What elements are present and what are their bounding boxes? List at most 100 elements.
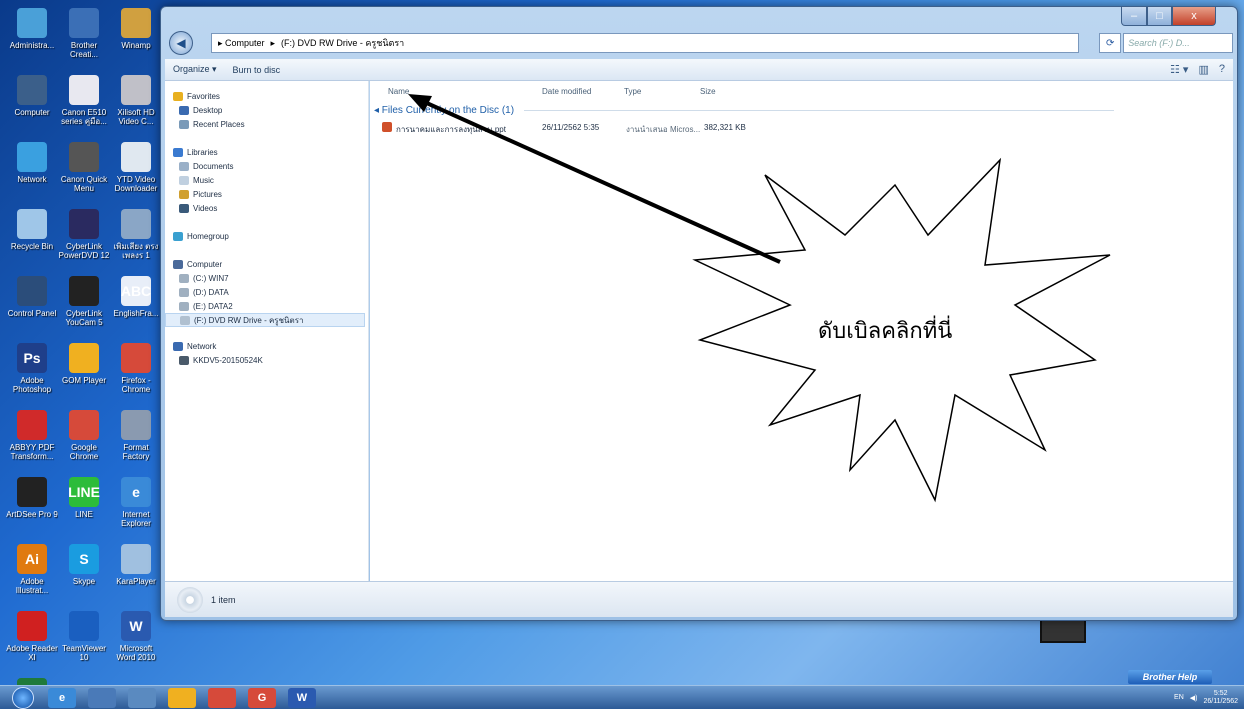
help-icon[interactable]: ? xyxy=(1219,63,1225,76)
nav-item-icon xyxy=(179,355,189,365)
desktop-icon-label: Xilisoft HD Video C... xyxy=(117,108,155,126)
desktop-icon[interactable]: CyberLink YouCam 5 xyxy=(58,276,110,327)
callout-text: ดับเบิลคลิกที่นี่ xyxy=(818,319,953,344)
desktop-icon[interactable]: Adobe Reader XI xyxy=(6,611,58,662)
desktop-icon[interactable]: S Skype xyxy=(58,544,110,595)
nav-item[interactable]: Documents xyxy=(165,159,233,173)
language-indicator[interactable]: EN xyxy=(1174,694,1184,701)
desktop-icon[interactable]: LINE LINE xyxy=(58,477,110,528)
desktop-icon[interactable]: Xilisoft HD Video C... xyxy=(110,75,162,126)
desktop-icon[interactable]: Format Factory xyxy=(110,410,162,461)
desktop-icon[interactable]: Firefox - Chrome xyxy=(110,343,162,394)
nav-item-icon xyxy=(173,341,183,351)
desktop-icon-image xyxy=(69,142,99,172)
taskbar-app-icon[interactable] xyxy=(88,687,116,708)
desktop-icon-label: TeamViewer 10 xyxy=(62,644,106,662)
group-header[interactable]: ◂ Files Currently on the Disc (1) xyxy=(374,105,1114,116)
back-arrow-icon[interactable]: ◀ xyxy=(169,31,193,55)
search-input[interactable]: Search (F:) D... xyxy=(1123,33,1233,53)
nav-item[interactable]: Libraries xyxy=(165,145,218,159)
desktop-icon[interactable]: GOM Player xyxy=(58,343,110,394)
nav-item-label: (C:) WIN7 xyxy=(193,273,229,283)
column-name[interactable]: Name xyxy=(388,87,409,96)
burn-to-disc-button[interactable]: Burn to disc xyxy=(225,65,289,75)
desktop-icon[interactable]: เพิ่มเสียง ตรงเพลงร 1 xyxy=(110,209,162,260)
view-options-icon[interactable]: ☷ ▾ xyxy=(1170,63,1188,76)
close-button[interactable]: x xyxy=(1172,7,1216,26)
taskbar-app-icon[interactable]: G xyxy=(248,687,276,708)
breadcrumb-separator[interactable]: ▸ xyxy=(271,38,276,49)
desktop-icon-label: Format Factory xyxy=(122,443,150,461)
nav-item-icon xyxy=(173,147,183,157)
desktop-icon[interactable]: YTD Video Downloader xyxy=(110,142,162,193)
desktop-icon[interactable]: Computer xyxy=(6,75,58,126)
nav-item[interactable]: Desktop xyxy=(165,103,222,117)
system-tray: EN ◀) 5:52 26/11/2562 xyxy=(1174,690,1244,706)
preview-pane-icon[interactable]: ▥ xyxy=(1198,63,1208,76)
nav-item-label: Favorites xyxy=(187,91,220,101)
desktop-icon[interactable]: Control Panel xyxy=(6,276,58,327)
desktop-icon-label: KaraPlayer xyxy=(116,577,156,586)
desktop-icon[interactable]: W Microsoft Word 2010 xyxy=(110,611,162,662)
nav-item[interactable]: (C:) WIN7 xyxy=(165,271,229,285)
file-row[interactable]: การนาคมและการลงทุนส่วน.ppt 26/11/2562 5:… xyxy=(382,121,842,135)
desktop-icon-image xyxy=(69,276,99,306)
nav-item[interactable]: Computer xyxy=(165,257,222,271)
desktop-icon-label: Administra... xyxy=(9,41,55,50)
maximize-button[interactable]: □ xyxy=(1147,7,1172,26)
start-button-icon[interactable] xyxy=(12,686,34,709)
address-bar[interactable]: ▸ Computer ▸ (F:) DVD RW Drive - ครูชนิต… xyxy=(210,33,1080,53)
column-date-modified[interactable]: Date modified xyxy=(542,87,591,96)
taskbar-app-icon[interactable]: e xyxy=(48,687,76,708)
desktop-icon[interactable]: ArtDSee Pro 9 xyxy=(6,477,58,528)
column-type[interactable]: Type xyxy=(624,87,641,96)
nav-item[interactable]: KKDV5-20150524K xyxy=(165,353,263,367)
desktop-icon[interactable]: Canon E510 series คู่มือ... xyxy=(58,75,110,126)
minimize-button[interactable]: – xyxy=(1121,7,1147,26)
desktop-icon[interactable]: KaraPlayer xyxy=(110,544,162,595)
refresh-icon[interactable]: ⟳ xyxy=(1099,33,1122,53)
desktop-icon-image: LINE xyxy=(68,477,100,507)
desktop-icon[interactable]: Recycle Bin xyxy=(6,209,58,260)
desktop-icon[interactable]: CyberLink PowerDVD 12 xyxy=(58,209,110,260)
desktop-icon[interactable]: Google Chrome xyxy=(58,410,110,461)
desktop-icon[interactable]: Brother Creati... xyxy=(58,8,110,59)
desktop-icon[interactable]: Ps Adobe Photoshop xyxy=(6,343,58,394)
desktop-icon[interactable]: ABC EnglishFra... xyxy=(110,276,162,327)
nav-item[interactable]: Pictures xyxy=(165,187,222,201)
desktop-icon[interactable]: Winamp xyxy=(110,8,162,59)
taskbar-app-icon[interactable] xyxy=(168,687,196,708)
taskbar-app-icon[interactable] xyxy=(208,687,236,708)
clock[interactable]: 5:52 26/11/2562 xyxy=(1203,690,1238,706)
nav-item[interactable]: Music xyxy=(165,173,214,187)
nav-item[interactable]: Videos xyxy=(165,201,217,215)
taskbar-app-icon[interactable] xyxy=(128,687,156,708)
brother-help-button[interactable]: Brother Help xyxy=(1128,670,1212,684)
nav-item[interactable]: (D:) DATA xyxy=(165,285,229,299)
nav-item[interactable]: (F:) DVD RW Drive - ครูชนิตรา xyxy=(165,313,365,327)
desktop-icon-label: Winamp xyxy=(121,41,151,50)
breadcrumb-dvd-drive[interactable]: (F:) DVD RW Drive - ครูชนิตรา xyxy=(281,36,404,50)
file-type: งานนำเสนอ Micros... xyxy=(626,125,701,134)
desktop-icon[interactable]: TeamViewer 10 xyxy=(58,611,110,662)
desktop-icon-label: Canon E510 series คู่มือ... xyxy=(61,108,107,126)
desktop-icon[interactable]: Network xyxy=(6,142,58,193)
nav-item[interactable]: Favorites xyxy=(165,89,220,103)
nav-item[interactable]: Recent Places xyxy=(165,117,245,131)
desktop-icon[interactable]: Canon Quick Menu xyxy=(58,142,110,193)
desktop-icon[interactable]: Administra... xyxy=(6,8,58,59)
desktop-icon-label: CyberLink PowerDVD 12 xyxy=(58,242,110,260)
nav-item[interactable]: Homegroup xyxy=(165,229,229,243)
organize-button[interactable]: Organize ▾ xyxy=(165,64,225,75)
nav-item[interactable]: Network xyxy=(165,339,216,353)
column-size[interactable]: Size xyxy=(700,87,716,96)
desktop-icon-image xyxy=(17,611,47,641)
taskbar-app-icon[interactable]: W xyxy=(288,687,316,708)
desktop-icon[interactable]: e Internet Explorer xyxy=(110,477,162,528)
desktop-icon[interactable]: ABBYY PDF Transform... xyxy=(6,410,58,461)
desktop-icon-label: YTD Video Downloader xyxy=(114,175,158,193)
breadcrumb-computer[interactable]: ▸ Computer xyxy=(218,38,265,49)
desktop-icon[interactable]: Ai Adobe Illustrat... xyxy=(6,544,58,595)
volume-icon[interactable]: ◀) xyxy=(1190,694,1198,702)
nav-item[interactable]: (E:) DATA2 xyxy=(165,299,233,313)
